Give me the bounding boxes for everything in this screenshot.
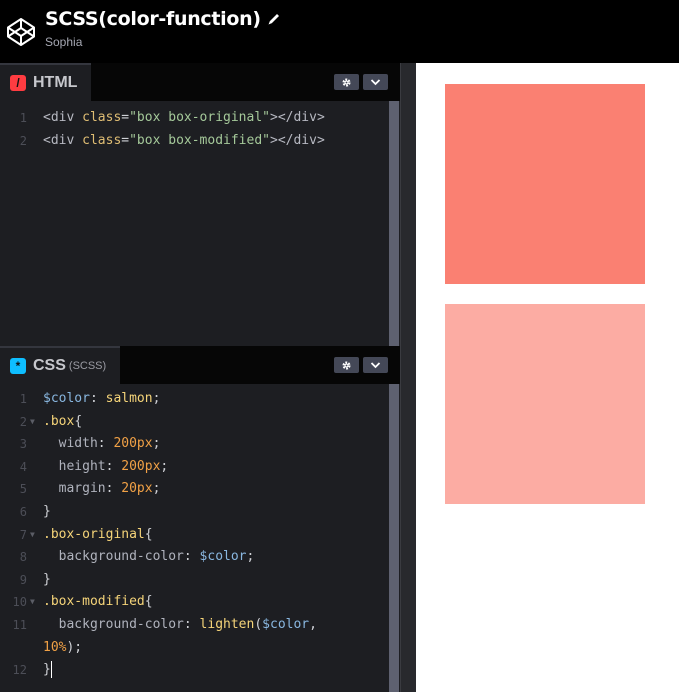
line-number: 7 bbox=[19, 527, 27, 542]
line-number: 2 bbox=[19, 414, 27, 429]
css-collapse-button[interactable] bbox=[363, 357, 388, 373]
box-original bbox=[445, 84, 645, 284]
code-text: $color: salmon; bbox=[43, 391, 161, 406]
codepen-logo-icon[interactable] bbox=[6, 17, 36, 47]
code-line[interactable]: 1 $color: salmon; bbox=[0, 388, 386, 411]
html-settings-button[interactable] bbox=[334, 74, 359, 90]
code-line[interactable]: 2 ▼ .box{ bbox=[0, 411, 386, 434]
html-icon: / bbox=[10, 75, 26, 91]
html-collapse-button[interactable] bbox=[363, 74, 388, 90]
result-preview bbox=[416, 63, 679, 692]
code-text: height: 200px; bbox=[43, 458, 169, 474]
code-text: 10%); bbox=[43, 639, 83, 655]
line-number: 9 bbox=[19, 572, 27, 587]
code-line[interactable]: 9} bbox=[0, 569, 386, 592]
code-line[interactable]: 5 margin: 20px; bbox=[0, 478, 386, 501]
code-line[interactable]: 1 <div class="box box-original"></div> bbox=[0, 107, 386, 130]
code-line[interactable]: 4 height: 200px; bbox=[0, 456, 386, 479]
chevron-down-icon bbox=[370, 79, 381, 86]
code-line[interactable]: 12} bbox=[0, 659, 386, 682]
code-text: <div class="box box-original"></div> bbox=[43, 110, 325, 125]
chevron-down-icon bbox=[370, 362, 381, 369]
code-text: .box-original{ bbox=[43, 526, 153, 542]
line-number: 12 bbox=[12, 663, 27, 678]
line-number: 8 bbox=[19, 550, 27, 565]
edit-pencil-icon[interactable] bbox=[267, 12, 281, 26]
author-name[interactable]: Sophia bbox=[45, 35, 82, 49]
line-number: 5 bbox=[19, 482, 27, 497]
code-line[interactable]: 2 <div class="box box-modified"></div> bbox=[0, 130, 386, 153]
line-number: 10 bbox=[12, 595, 27, 610]
line-number: 11 bbox=[12, 617, 27, 632]
code-line[interactable]: 10 ▼ .box-modified{ bbox=[0, 591, 386, 614]
css-preprocessor-label: (SCSS) bbox=[68, 360, 107, 372]
box-modified bbox=[445, 304, 645, 504]
code-line[interactable]: 3 width: 200px; bbox=[0, 433, 386, 456]
line-number: 1 bbox=[19, 111, 27, 125]
html-code-editor[interactable]: 1 <div class="box box-original"></div> 2 <d… bbox=[0, 107, 386, 347]
css-code-editor[interactable]: 1 $color: salmon; 2 ▼ .box{3 width: 200px; 4 … bbox=[0, 388, 386, 688]
code-line[interactable]: 10%); bbox=[0, 637, 386, 660]
css-scrollbar[interactable] bbox=[389, 384, 399, 692]
fold-arrow-icon[interactable]: ▼ bbox=[30, 411, 35, 434]
code-text: background-color: $color; bbox=[43, 549, 255, 565]
app-header: SCSS(color-function) Sophia bbox=[0, 0, 679, 63]
line-number: 6 bbox=[19, 504, 27, 519]
fold-arrow-icon[interactable]: ▼ bbox=[30, 524, 35, 547]
code-text: .box-modified{ bbox=[43, 594, 153, 610]
tab-html[interactable]: / HTML bbox=[0, 63, 92, 101]
html-tab-label: HTML bbox=[33, 74, 78, 91]
css-settings-button[interactable] bbox=[334, 357, 359, 373]
code-text: } bbox=[43, 503, 51, 519]
code-text: .box{ bbox=[43, 413, 83, 429]
code-line[interactable]: 6} bbox=[0, 501, 386, 524]
code-text: <div class="box box-modified"></div> bbox=[43, 132, 325, 148]
line-number: 1 bbox=[19, 392, 27, 406]
line-number: 3 bbox=[19, 437, 27, 452]
html-panel-header: / HTML bbox=[0, 63, 400, 101]
code-text: width: 200px; bbox=[43, 436, 161, 452]
code-text: } bbox=[43, 661, 52, 679]
code-line[interactable]: 7 ▼ .box-original{ bbox=[0, 524, 386, 547]
text-cursor bbox=[50, 661, 52, 679]
fold-arrow-icon[interactable]: ▼ bbox=[30, 591, 35, 614]
css-icon: * bbox=[10, 358, 26, 374]
code-text: } bbox=[43, 571, 51, 587]
css-tab-label: CSS bbox=[33, 357, 66, 374]
line-number: 2 bbox=[19, 133, 27, 148]
code-line[interactable]: 8 background-color: $color; bbox=[0, 546, 386, 569]
html-scrollbar[interactable] bbox=[389, 101, 399, 346]
code-line[interactable]: 11 background-color: lighten($color, bbox=[0, 614, 386, 637]
code-text: margin: 20px; bbox=[43, 481, 161, 497]
editor-column: / HTML 1 <div class="box box-original"></… bbox=[0, 63, 400, 692]
css-panel-header: * CSS (SCSS) bbox=[0, 346, 400, 384]
gear-icon bbox=[342, 360, 351, 370]
code-text: background-color: lighten($color, bbox=[43, 616, 317, 632]
line-number: 4 bbox=[19, 459, 27, 474]
pen-title[interactable]: SCSS(color-function) bbox=[45, 8, 261, 30]
tab-css[interactable]: * CSS (SCSS) bbox=[0, 346, 121, 384]
gear-icon bbox=[342, 77, 351, 87]
resize-handle[interactable] bbox=[400, 63, 416, 692]
